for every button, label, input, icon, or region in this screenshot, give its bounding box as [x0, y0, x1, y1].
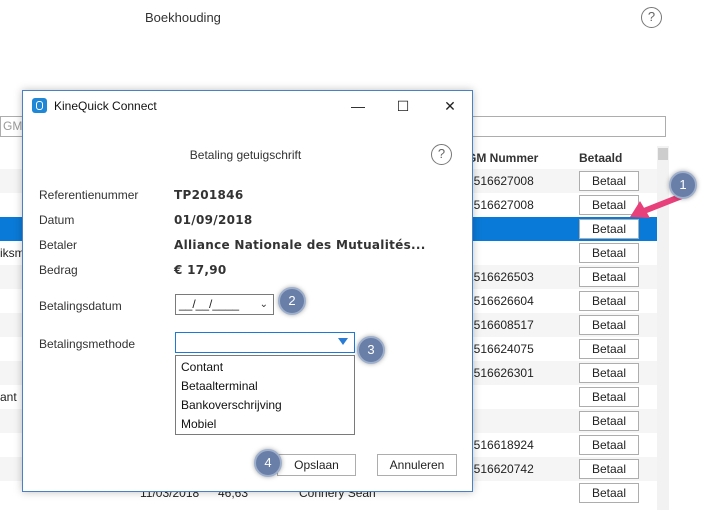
betaal-button[interactable]: Betaal	[579, 267, 639, 287]
date-label: Datum	[39, 213, 75, 227]
option-contant[interactable]: Contant	[181, 360, 223, 374]
betaal-button[interactable]: Betaal	[579, 171, 639, 191]
callout-1: 1	[669, 171, 697, 199]
cell-name-fragment: iksm	[0, 246, 25, 260]
amount-value: € 17,90	[174, 263, 227, 277]
betaal-button[interactable]: Betaal	[579, 411, 639, 431]
cell-gm-number: 2516608517	[467, 318, 534, 332]
cell-gm-number: 2516626301	[467, 366, 534, 380]
background-help-icon[interactable]: ?	[641, 7, 662, 28]
payment-date-value: __/__/____	[179, 297, 240, 311]
reference-value: TP201846	[174, 188, 244, 202]
payment-date-label: Betalingsdatum	[39, 299, 122, 313]
reference-label: Referentienummer	[39, 188, 139, 202]
payment-dialog: KineQuick Connect — ☐ ✕ Betaling getuigs…	[22, 90, 473, 492]
cell-gm-number: 2516627008	[467, 174, 534, 188]
minimize-button[interactable]: —	[343, 95, 373, 117]
payment-method-select[interactable]	[175, 332, 355, 353]
callout-4: 4	[254, 449, 282, 477]
dialog-window-title: KineQuick Connect	[54, 99, 157, 113]
dialog-titlebar[interactable]: KineQuick Connect — ☐ ✕	[23, 91, 472, 121]
dialog-heading: Betaling getuigschrift	[189, 148, 302, 162]
chevron-down-icon[interactable]: ⌄	[260, 295, 268, 314]
save-button[interactable]: Opslaan	[277, 454, 356, 476]
betaal-button[interactable]: Betaal	[579, 435, 639, 455]
cell-gm-number: 2516620742	[467, 462, 534, 476]
scrollbar-thumb[interactable]	[658, 148, 668, 160]
dropdown-arrow-icon[interactable]	[338, 338, 348, 345]
cell-gm-number: 2516627008	[467, 198, 534, 212]
betaal-button[interactable]: Betaal	[579, 243, 639, 263]
cell-name-fragment: ant	[0, 390, 17, 404]
cancel-button[interactable]: Annuleren	[377, 454, 457, 476]
date-value: 01/09/2018	[174, 213, 253, 227]
column-header-betaald[interactable]: Betaald	[579, 151, 622, 165]
betaal-button[interactable]: Betaal	[579, 291, 639, 311]
maximize-button[interactable]: ☐	[388, 95, 418, 117]
betaal-button[interactable]: Betaal	[579, 459, 639, 479]
amount-label: Bedrag	[39, 263, 78, 277]
betaal-button[interactable]: Betaal	[579, 339, 639, 359]
callout-2: 2	[278, 287, 306, 315]
dialog-help-icon[interactable]: ?	[431, 144, 452, 165]
option-mobiel[interactable]: Mobiel	[181, 417, 216, 431]
betaal-button[interactable]: Betaal	[579, 483, 639, 503]
app-icon	[32, 98, 47, 113]
betaal-button[interactable]: Betaal	[579, 219, 639, 239]
cell-gm-number: 2516626503	[467, 270, 534, 284]
cell-gm-number: 2516626604	[467, 294, 534, 308]
betaal-button[interactable]: Betaal	[579, 387, 639, 407]
payment-method-options: Contant Betaalterminal Bankoverschrijvin…	[175, 355, 355, 435]
background-title: Boekhouding	[145, 10, 221, 25]
close-button[interactable]: ✕	[435, 95, 465, 117]
cell-gm-number: 2516624075	[467, 342, 534, 356]
payer-label: Betaler	[39, 238, 78, 252]
callout-3: 3	[357, 336, 385, 364]
betaal-button[interactable]: Betaal	[579, 363, 639, 383]
betaal-button[interactable]: Betaal	[579, 315, 639, 335]
payer-value: Alliance Nationale des Mutualités...	[174, 238, 426, 252]
cell-gm-number: 2516618924	[467, 438, 534, 452]
payment-date-input[interactable]: __/__/____ ⌄	[175, 294, 274, 315]
payment-method-label: Betalingsmethode	[39, 337, 136, 351]
option-betaalterminal[interactable]: Betaalterminal	[181, 379, 258, 393]
option-bankoverschrijving[interactable]: Bankoverschrijving	[181, 398, 282, 412]
